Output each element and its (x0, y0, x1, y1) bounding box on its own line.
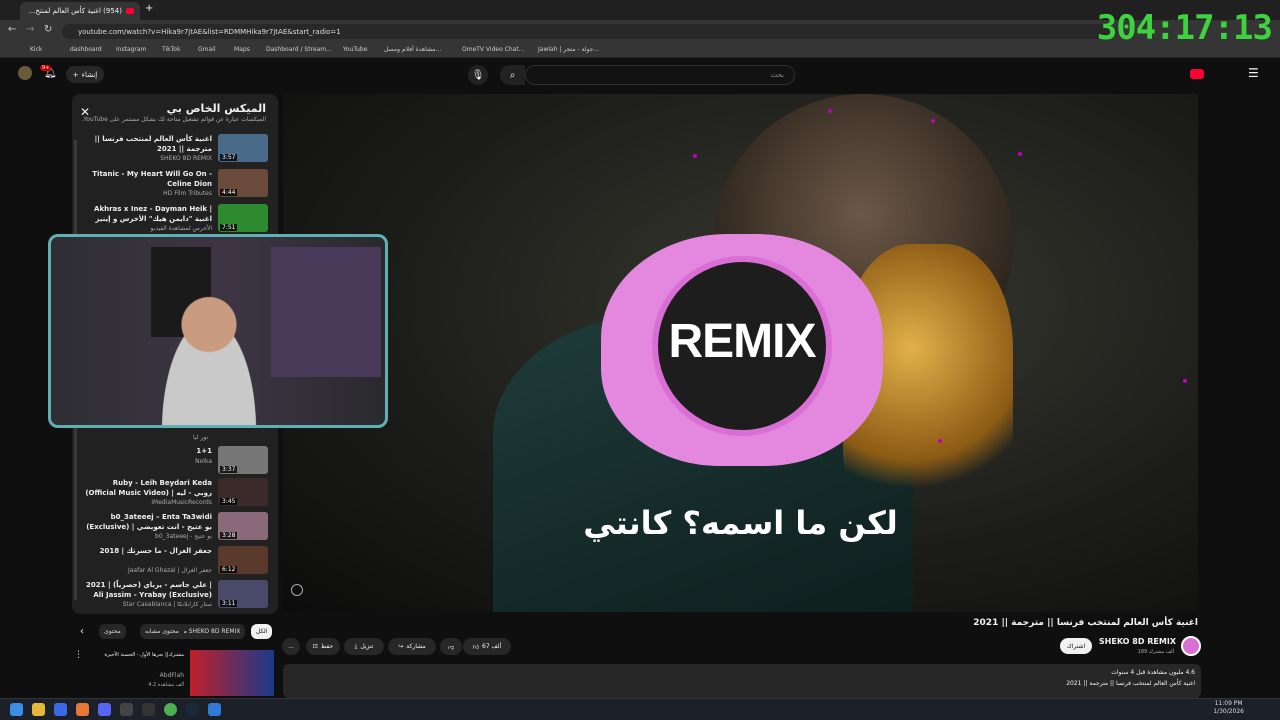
share-icon: ↪ (398, 643, 404, 650)
subscribe-button[interactable]: اشتراك (1060, 638, 1092, 654)
reload-icon[interactable]: ↻ (44, 24, 52, 35)
steam-icon[interactable] (186, 703, 199, 716)
search-icon[interactable]: ⌕ (500, 65, 525, 85)
channel-watermark-icon[interactable] (291, 584, 303, 596)
taskbar (0, 698, 1280, 720)
youtube-logo-icon[interactable] (1190, 69, 1204, 79)
video-title: اغنية كأس العالم لمنتخب فرنسا || مترجمة … (973, 618, 1198, 628)
app-icon[interactable] (120, 703, 133, 716)
bookmark-item[interactable]: Dashboard / Stream... (266, 46, 332, 53)
video-subtitle: لكن ما اسمه؟ كانتي (583, 504, 898, 542)
description-line: اغنية كأس العالم لمنتخب فرنسا || مترجمة … (1066, 680, 1195, 687)
menu-icon[interactable]: ☰ (1248, 66, 1259, 80)
video-player[interactable]: REMIX لكن ما اسمه؟ كانتي (283, 94, 1198, 612)
bookmark-item[interactable]: Gmail (198, 46, 216, 53)
bookmarks-bar: Kick dashboard instagram TikTok Gmail Ma… (0, 42, 1280, 58)
more-vert-icon[interactable]: ⋮ (74, 650, 83, 660)
playlist-item[interactable]: 3:28 b0_3ateeej – Enta Ta3widi (Exclusiv… (78, 512, 272, 546)
bookmark-item[interactable]: dashboard (70, 46, 102, 53)
browser-tab[interactable]: (954) اغنية كأس العالم لمنتخ... (20, 2, 140, 20)
thumbs-down-icon: 👎︎ (447, 643, 455, 651)
bookmark-item[interactable]: TikTok (162, 46, 180, 53)
playlist-item[interactable]: 6:12 جعفر الغزال - ما حسرتك | 2018 Jaafar… (78, 546, 272, 580)
remix-logo-text: REMIX (668, 315, 816, 368)
thumbs-up-icon: 👍︎ (472, 643, 479, 651)
description-box[interactable]: 4.6 مليون مشاهدة قبل 4 سنوات اغنية كأس ا… (283, 664, 1201, 698)
discord-icon[interactable] (98, 703, 111, 716)
bookmark-item[interactable]: Maps (234, 46, 250, 53)
save-button[interactable]: ⊡ حفظ (306, 638, 340, 655)
channel-name[interactable]: SHEKO 8D REMIX (1099, 637, 1176, 646)
playlist-item[interactable]: 3:45 Ruby - Leih Beydari Keda (Official … (78, 478, 272, 512)
chip-from-channel[interactable]: من SHEKO 8D REMIX (174, 624, 246, 639)
tab-title: (954) اغنية كأس العالم لمنتخ... (28, 7, 122, 15)
bookmark-icon: ⊡ (312, 643, 318, 650)
chrome-icon[interactable] (164, 703, 177, 716)
bookmark-item[interactable]: Kick (30, 46, 42, 53)
like-button[interactable]: 👍︎ 67 ألف (463, 638, 511, 655)
recommended-thumbnail (190, 650, 274, 696)
bookmark-item[interactable]: YouTube (343, 46, 367, 53)
app-icon[interactable] (76, 703, 89, 716)
share-button[interactable]: ↪ مشاركة (388, 638, 436, 655)
dislike-button[interactable]: 👎︎ (440, 638, 462, 655)
chip-related[interactable]: محتوى مشابه (140, 624, 184, 639)
create-button[interactable]: + إنشاء (66, 66, 104, 83)
playlist-item[interactable]: 4:44 Titanic - My Heart Will Go On - Cel… (78, 169, 272, 203)
youtube-icon (126, 8, 134, 14)
avatar[interactable] (18, 66, 32, 80)
chip-content[interactable]: محتوى (99, 624, 126, 639)
bookmark-item[interactable]: Jawlah | جولة - متجر... (538, 46, 599, 53)
stream-timer: 304:17:13 (1096, 8, 1273, 48)
bookmark-item[interactable]: OmeTV Video Chat... (462, 46, 524, 53)
plus-icon: + (72, 70, 79, 79)
recommended-item[interactable]: مشترك|| بحرها الأول - الحسنة الأخيرة Abd… (72, 648, 278, 698)
playlist-description: الميكسات عبارة عن قوائم تشغيل متاحة لك ب… (81, 116, 266, 123)
playlist-item[interactable]: 3:57 اغنية كأس العالم لمنتخب فرنسا || مت… (78, 134, 272, 168)
forward-icon[interactable]: → (26, 24, 34, 35)
close-icon[interactable]: ✕ (80, 105, 90, 119)
mic-icon[interactable]: 🎙︎ (468, 65, 488, 85)
search-input[interactable]: بحث (525, 65, 795, 85)
more-actions-button[interactable]: ... (282, 638, 300, 655)
subscriber-count: 189 ألف مشترك (1137, 649, 1174, 655)
app-icon[interactable] (208, 703, 221, 716)
playlist-item[interactable]: 7:51 Akhras x Inez - Dayman Heik | اغنية… (78, 204, 272, 238)
playlist-item[interactable]: 3:11 علي جاسم - يرباي (حصرياً) | 2021 | … (78, 580, 272, 614)
windows-start-icon[interactable] (10, 703, 23, 716)
playlist-title: الميكس الخاص بي (166, 102, 266, 115)
system-clock[interactable]: 11:09 PM 1/30/2026 (1213, 700, 1244, 716)
channel-avatar[interactable] (1181, 636, 1201, 656)
explorer-icon[interactable] (32, 703, 45, 716)
bookmark-item[interactable]: مشاهدة أفلام ومسل... (384, 46, 441, 53)
url-input[interactable]: youtube.com/watch?v=Hika9r7jtAE&list=RDM… (62, 24, 1112, 39)
webcam-overlay (48, 234, 388, 428)
new-tab-icon[interactable]: + (145, 3, 153, 14)
download-button[interactable]: ⤓ تنزيل (344, 638, 384, 655)
streamer-image (149, 289, 269, 425)
browser-tab-bar: (954) اغنية كأس العالم لمنتخ... + (0, 0, 1280, 20)
chevron-left-icon[interactable]: ‹ (80, 626, 84, 637)
notification-badge: 9+ (40, 65, 52, 71)
bookmark-item[interactable]: instagram (116, 46, 146, 53)
download-icon: ⤓ (354, 642, 358, 650)
playlist-item[interactable]: 3:37 1+1 Nolka (78, 446, 272, 480)
views-line: 4.6 مليون مشاهدة قبل 4 سنوات (1111, 669, 1195, 676)
app-icon[interactable] (142, 703, 155, 716)
chip-all[interactable]: الكل (251, 624, 273, 639)
app-icon[interactable] (54, 703, 67, 716)
back-icon[interactable]: ← (8, 24, 16, 35)
